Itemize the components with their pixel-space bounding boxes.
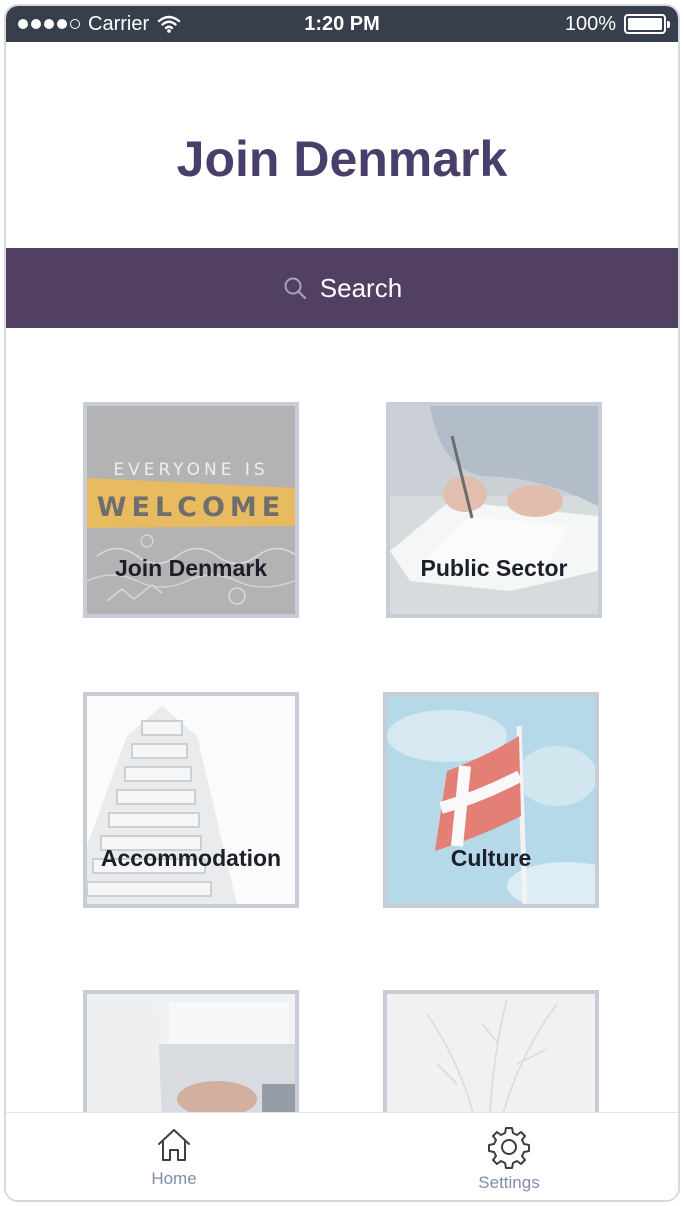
wifi-icon bbox=[157, 15, 181, 33]
tab-home-label: Home bbox=[151, 1169, 197, 1188]
tile-label: Culture bbox=[450, 845, 532, 871]
status-bar: Carrier 1:20 PM 100% bbox=[6, 6, 678, 42]
tab-settings[interactable]: Settings bbox=[409, 1113, 609, 1200]
danish-flag-image bbox=[387, 696, 595, 904]
search-label: Search bbox=[319, 272, 403, 303]
gear-icon bbox=[488, 1127, 530, 1169]
tab-home[interactable]: Home bbox=[74, 1113, 274, 1200]
tile-label: Join Denmark bbox=[114, 555, 268, 581]
building-image bbox=[87, 696, 295, 904]
status-left: Carrier bbox=[18, 13, 181, 36]
tile-public-sector[interactable]: Public Sector bbox=[386, 402, 602, 618]
welcome-sign-image: EVERYONE IS WELCOME bbox=[87, 406, 295, 614]
tile-label: Accommodation bbox=[100, 845, 282, 871]
signal-strength-icon bbox=[18, 19, 80, 29]
search-bar[interactable]: Search bbox=[6, 248, 678, 328]
home-icon bbox=[158, 1129, 190, 1161]
search-icon bbox=[284, 277, 306, 300]
tile-accommodation[interactable]: Accommodation bbox=[83, 692, 299, 908]
battery-percent: 100% bbox=[564, 12, 616, 35]
phone-frame: Carrier 1:20 PM 100% Join Denmark Search bbox=[4, 4, 680, 1202]
tile-culture[interactable]: Culture bbox=[383, 692, 599, 908]
tile-join-denmark[interactable]: EVERYONE IS WELCOME Join Denmark bbox=[83, 402, 299, 618]
tab-settings-label: Settings bbox=[478, 1173, 540, 1192]
tile-label: Public Sector bbox=[420, 555, 568, 581]
page-title: Join Denmark bbox=[176, 131, 508, 187]
signing-document-image bbox=[390, 406, 598, 614]
carrier-name: Carrier bbox=[88, 12, 150, 35]
status-right: 100% bbox=[564, 12, 670, 36]
battery-icon bbox=[624, 14, 670, 34]
tab-bar: Home Settings bbox=[6, 1112, 678, 1200]
